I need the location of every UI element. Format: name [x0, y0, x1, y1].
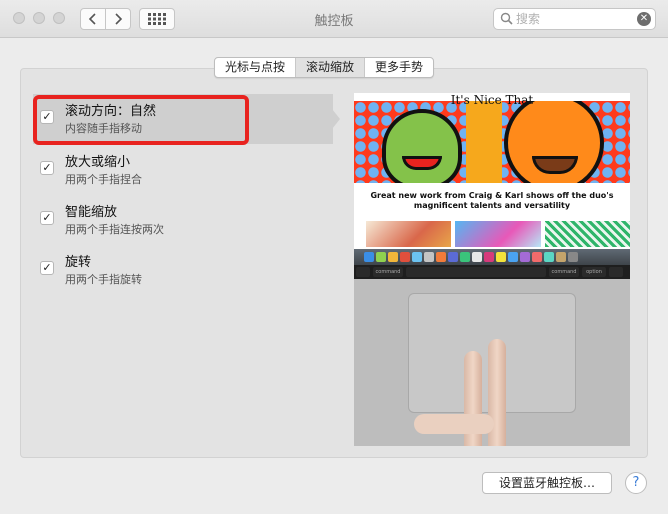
- option-label: 旋转: [65, 255, 92, 270]
- preview-dock: [354, 249, 630, 265]
- preview-thumbnails: [366, 221, 630, 247]
- preview-artwork: [354, 101, 630, 183]
- checkbox-rotate[interactable]: ✓: [40, 261, 54, 275]
- option-label: 智能缩放: [65, 205, 118, 220]
- title-bar: 触控板 ✕: [0, 0, 668, 38]
- tab-more-gestures[interactable]: 更多手势: [364, 58, 433, 77]
- key-command-left: command: [373, 267, 403, 277]
- option-description: 用两个手指连按两次: [65, 223, 164, 236]
- search-icon: [500, 12, 513, 25]
- tab-scroll-zoom[interactable]: 滚动缩放: [295, 58, 365, 77]
- clear-search-icon[interactable]: ✕: [637, 12, 651, 26]
- option-rotate[interactable]: ✓ 旋转 用两个手指旋转: [40, 249, 320, 287]
- thumbnail-image: [544, 221, 630, 247]
- thumbnail-image: [366, 221, 452, 247]
- tab-point-click[interactable]: 光标与点按: [215, 58, 295, 77]
- preview-site-title: It's Nice That: [450, 93, 534, 107]
- option-smart-zoom[interactable]: ✓ 智能缩放 用两个手指连按两次: [40, 199, 320, 237]
- checkbox-smart-zoom[interactable]: ✓: [40, 211, 54, 225]
- setup-bluetooth-trackpad-button[interactable]: 设置蓝牙触控板…: [482, 472, 612, 494]
- option-description: 用两个手指旋转: [65, 273, 142, 286]
- search-field[interactable]: ✕: [493, 8, 656, 30]
- preview-headline: Great new work from Craig & Karl shows o…: [370, 191, 614, 210]
- option-label: 放大或缩小: [65, 155, 131, 170]
- preview-keyboard: command command option: [354, 265, 630, 279]
- option-zoom-in-out[interactable]: ✓ 放大或缩小 用两个手指捏合: [40, 149, 320, 187]
- checkbox-zoom-in-out[interactable]: ✓: [40, 161, 54, 175]
- preview-laptop-chassis: [354, 279, 630, 446]
- selected-option-arrow: [320, 94, 340, 144]
- thumbnail-image: [455, 221, 541, 247]
- tab-bar: 光标与点按 滚动缩放 更多手势: [214, 57, 435, 78]
- gesture-preview: It's Nice That Great new work from Craig…: [354, 93, 630, 446]
- option-description: 用两个手指捏合: [65, 173, 142, 186]
- search-input[interactable]: [516, 11, 626, 27]
- annotation-highlight-box: [33, 95, 249, 145]
- key-option: option: [582, 267, 606, 277]
- key-command-right: command: [549, 267, 579, 277]
- help-button[interactable]: ?: [625, 472, 647, 494]
